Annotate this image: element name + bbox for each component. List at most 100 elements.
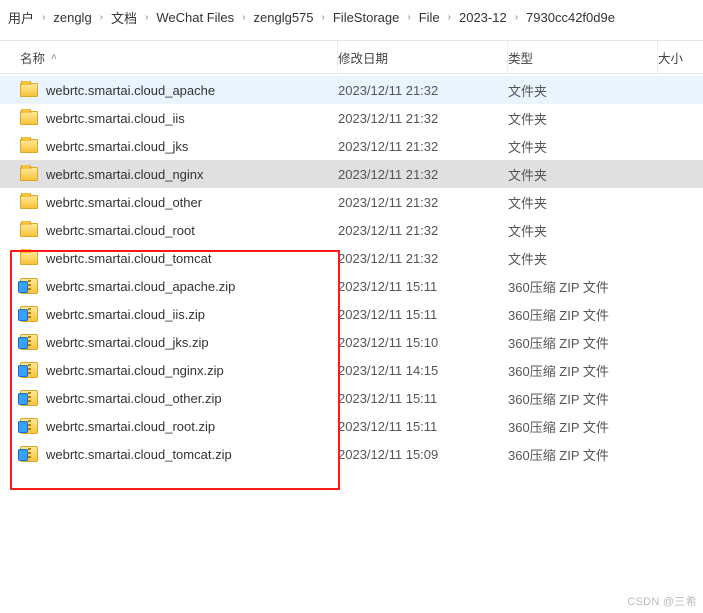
column-header-name-label: 名称 [20, 48, 45, 67]
file-date-cell: 2023/12/11 15:11 [338, 391, 508, 406]
breadcrumb-segment[interactable]: 7930cc42f0d9e [522, 8, 619, 27]
file-row[interactable]: webrtc.smartai.cloud_other 2023/12/11 21:… [0, 188, 703, 216]
chevron-right-icon: › [38, 12, 49, 23]
file-type-cell: 文件夹 [508, 249, 658, 268]
file-row[interactable]: webrtc.smartai.cloud_root 2023/12/11 21:3… [0, 216, 703, 244]
file-name-cell: webrtc.smartai.cloud_nginx [0, 165, 338, 183]
file-name-label: webrtc.smartai.cloud_root.zip [46, 419, 215, 434]
file-row[interactable]: webrtc.smartai.cloud_apache 2023/12/11 21… [0, 76, 703, 104]
file-type-cell: 360压缩 ZIP 文件 [508, 445, 658, 464]
file-type-cell: 360压缩 ZIP 文件 [508, 333, 658, 352]
zip-archive-icon [20, 277, 38, 295]
file-date-cell: 2023/12/11 15:10 [338, 335, 508, 350]
file-type-cell: 文件夹 [508, 81, 658, 100]
file-date-cell: 2023/12/11 21:32 [338, 111, 508, 126]
file-row[interactable]: webrtc.smartai.cloud_tomcat.zip 2023/12/1… [0, 440, 703, 468]
folder-icon [20, 221, 38, 239]
file-date-cell: 2023/12/11 21:32 [338, 195, 508, 210]
file-row[interactable]: webrtc.smartai.cloud_iis.zip 2023/12/11 1… [0, 300, 703, 328]
breadcrumb-segment[interactable]: zenglg575 [250, 8, 318, 27]
column-header-size-label: 大小 [658, 48, 683, 67]
file-name-label: webrtc.smartai.cloud_other [46, 195, 202, 210]
column-header-name[interactable]: 名称 ˄ [0, 41, 338, 73]
column-header-date[interactable]: 修改日期 [338, 41, 508, 73]
file-name-cell: webrtc.smartai.cloud_other.zip [0, 389, 338, 407]
file-row[interactable]: webrtc.smartai.cloud_root.zip 2023/12/11 … [0, 412, 703, 440]
sort-arrow-icon: ˄ [51, 52, 57, 63]
file-date-cell: 2023/12/11 15:11 [338, 307, 508, 322]
chevron-right-icon: › [444, 12, 455, 23]
folder-icon [20, 193, 38, 211]
chevron-right-icon: › [403, 12, 414, 23]
column-header-row: 名称 ˄ 修改日期 类型 大小 [0, 40, 703, 74]
file-name-label: webrtc.smartai.cloud_other.zip [46, 391, 222, 406]
file-type-cell: 360压缩 ZIP 文件 [508, 389, 658, 408]
file-name-label: webrtc.smartai.cloud_jks.zip [46, 335, 209, 350]
zip-archive-icon [20, 333, 38, 351]
column-header-size[interactable]: 大小 [658, 41, 703, 73]
column-header-type[interactable]: 类型 [508, 41, 658, 73]
file-type-cell: 360压缩 ZIP 文件 [508, 417, 658, 436]
file-type-cell: 文件夹 [508, 137, 658, 156]
watermark: CSDN @三希 [627, 593, 697, 609]
breadcrumb-segment[interactable]: File [415, 8, 444, 27]
zip-archive-icon [20, 305, 38, 323]
file-name-label: webrtc.smartai.cloud_iis.zip [46, 307, 205, 322]
file-date-cell: 2023/12/11 21:32 [338, 251, 508, 266]
file-name-label: webrtc.smartai.cloud_apache [46, 83, 215, 98]
chevron-right-icon: › [141, 12, 152, 23]
file-type-cell: 360压缩 ZIP 文件 [508, 277, 658, 296]
file-row[interactable]: webrtc.smartai.cloud_nginx 2023/12/11 21:… [0, 160, 703, 188]
file-name-cell: webrtc.smartai.cloud_tomcat [0, 249, 338, 267]
chevron-right-icon: › [238, 12, 249, 23]
file-row[interactable]: webrtc.smartai.cloud_tomcat 2023/12/11 21… [0, 244, 703, 272]
file-date-cell: 2023/12/11 15:11 [338, 279, 508, 294]
file-name-label: webrtc.smartai.cloud_jks [46, 139, 188, 154]
breadcrumb-segment[interactable]: zenglg [49, 8, 95, 27]
breadcrumb-segment[interactable]: FileStorage [329, 8, 403, 27]
file-date-cell: 2023/12/11 15:09 [338, 447, 508, 462]
breadcrumb[interactable]: 用户›zenglg›文档›WeChat Files›zenglg575›File… [0, 0, 703, 40]
file-date-cell: 2023/12/11 21:32 [338, 139, 508, 154]
zip-archive-icon [20, 417, 38, 435]
file-name-cell: webrtc.smartai.cloud_root.zip [0, 417, 338, 435]
file-row[interactable]: webrtc.smartai.cloud_jks 2023/12/11 21:32… [0, 132, 703, 160]
file-type-cell: 文件夹 [508, 165, 658, 184]
file-name-cell: webrtc.smartai.cloud_other [0, 193, 338, 211]
column-header-date-label: 修改日期 [338, 48, 388, 67]
folder-icon [20, 137, 38, 155]
file-name-cell: webrtc.smartai.cloud_iis [0, 109, 338, 127]
breadcrumb-segment[interactable]: 用户 [4, 6, 38, 29]
file-name-label: webrtc.smartai.cloud_nginx [46, 167, 204, 182]
file-name-cell: webrtc.smartai.cloud_apache [0, 81, 338, 99]
breadcrumb-segment[interactable]: 文档 [107, 6, 141, 29]
file-row[interactable]: webrtc.smartai.cloud_apache.zip2023/12/1… [0, 272, 703, 300]
column-header-type-label: 类型 [508, 48, 533, 67]
file-name-label: webrtc.smartai.cloud_root [46, 223, 195, 238]
breadcrumb-segment[interactable]: 2023-12 [455, 8, 511, 27]
folder-icon [20, 249, 38, 267]
file-row[interactable]: webrtc.smartai.cloud_other.zip 2023/12/11… [0, 384, 703, 412]
file-name-cell: webrtc.smartai.cloud_root [0, 221, 338, 239]
breadcrumb-segment[interactable]: WeChat Files [152, 8, 238, 27]
folder-icon [20, 81, 38, 99]
file-row[interactable]: webrtc.smartai.cloud_jks.zip 2023/12/11 1… [0, 328, 703, 356]
file-date-cell: 2023/12/11 15:11 [338, 419, 508, 434]
file-name-label: webrtc.smartai.cloud_iis [46, 111, 185, 126]
file-date-cell: 2023/12/11 14:15 [338, 363, 508, 378]
file-date-cell: 2023/12/11 21:32 [338, 223, 508, 238]
chevron-right-icon: › [96, 12, 107, 23]
file-name-cell: webrtc.smartai.cloud_tomcat.zip [0, 445, 338, 463]
file-name-label: webrtc.smartai.cloud_tomcat.zip [46, 447, 232, 462]
file-row[interactable]: webrtc.smartai.cloud_iis 2023/12/11 21:32… [0, 104, 703, 132]
file-date-cell: 2023/12/11 21:32 [338, 167, 508, 182]
file-name-label: webrtc.smartai.cloud_tomcat [46, 251, 211, 266]
file-name-cell: webrtc.smartai.cloud_jks [0, 137, 338, 155]
file-date-cell: 2023/12/11 21:32 [338, 83, 508, 98]
file-row[interactable]: webrtc.smartai.cloud_nginx.zip 2023/12/11… [0, 356, 703, 384]
file-list: webrtc.smartai.cloud_apache 2023/12/11 21… [0, 74, 703, 468]
file-type-cell: 文件夹 [508, 193, 658, 212]
chevron-right-icon: › [511, 12, 522, 23]
zip-archive-icon [20, 445, 38, 463]
file-name-label: webrtc.smartai.cloud_nginx.zip [46, 363, 224, 378]
